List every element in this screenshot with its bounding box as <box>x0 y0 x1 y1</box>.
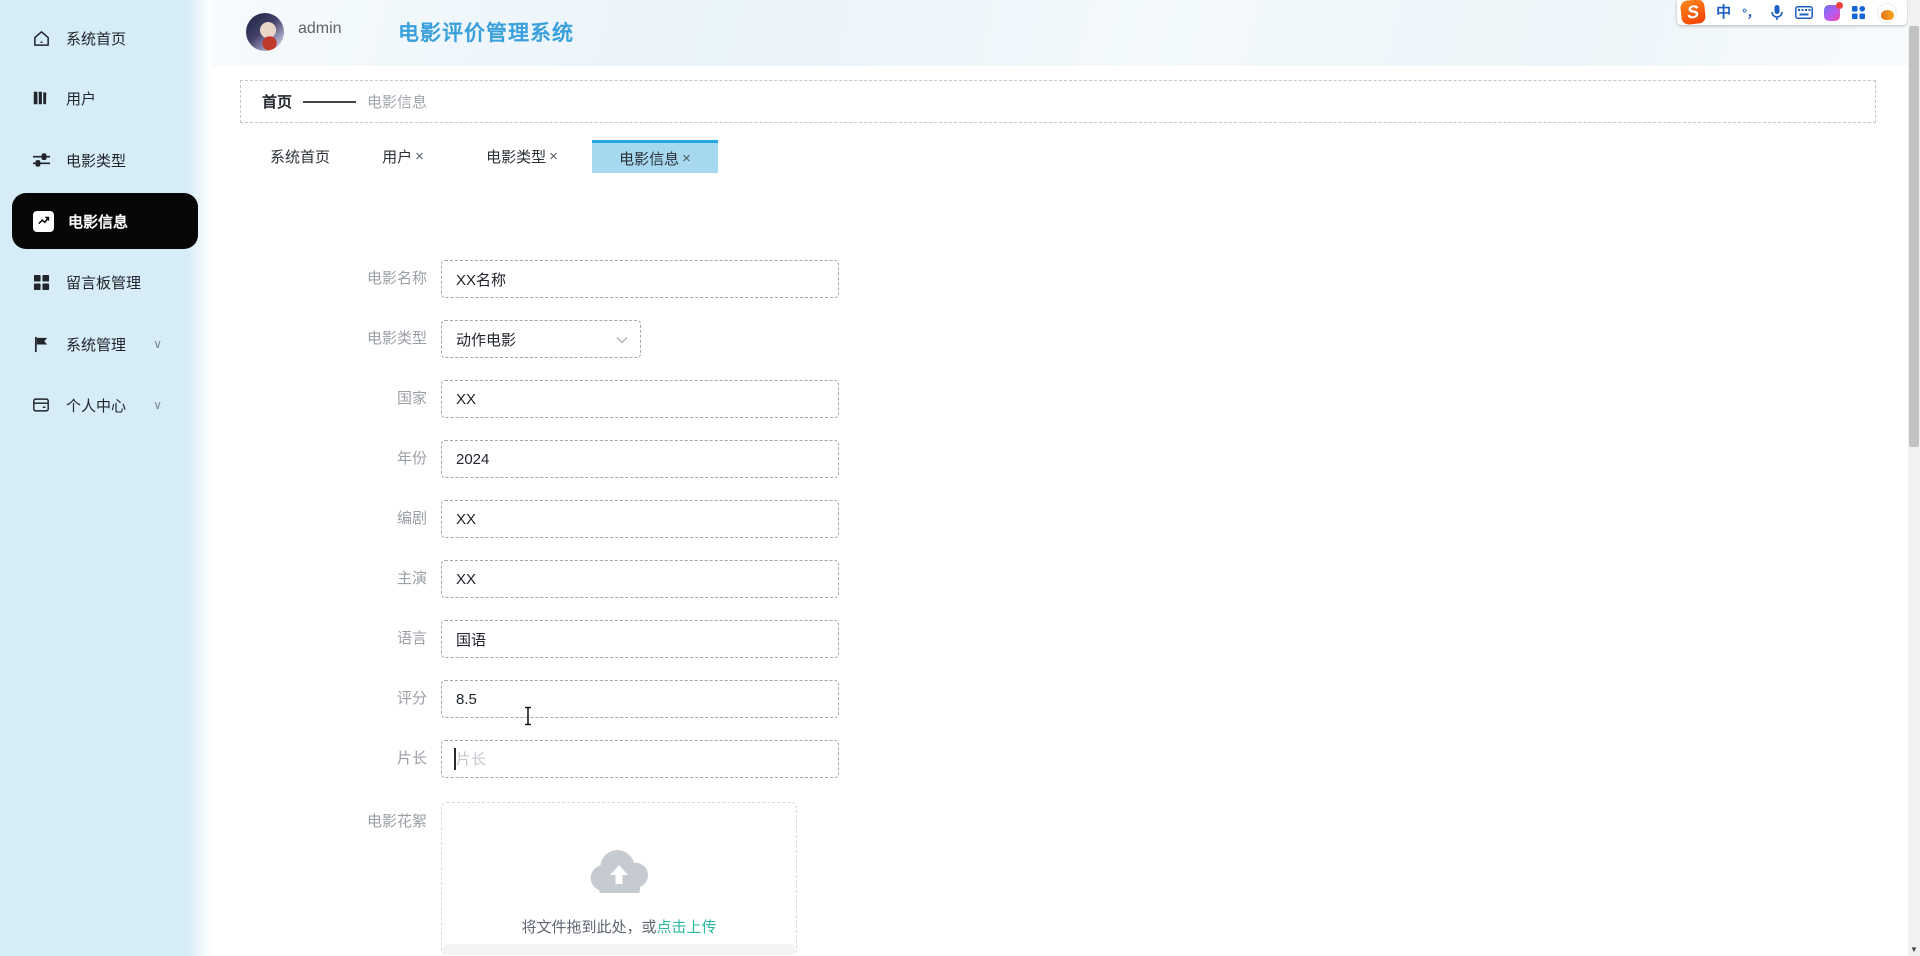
upload-click-link[interactable]: 点击上传 <box>657 919 717 936</box>
chevron-down-icon: ∨ <box>153 398 162 412</box>
card-icon <box>31 395 51 415</box>
ime-skin-icon[interactable] <box>1824 1 1843 21</box>
text-caret <box>454 748 456 770</box>
microphone-icon[interactable] <box>1770 4 1784 21</box>
tab-label: 用户 <box>382 149 413 166</box>
breadcrumb-current: 电影信息 <box>367 94 428 111</box>
field-label-year: 年份 <box>396 450 427 467</box>
sidebar: 系统首页 用户 电影类型 电影信息 留言板管理 系统管理 ∨ 个人中心 ∨ <box>0 0 212 956</box>
rating-input[interactable] <box>441 680 839 718</box>
upload-dropzone[interactable]: 将文件拖到此处，或点击上传 <box>441 802 797 955</box>
chevron-down-icon: ∨ <box>153 337 162 351</box>
sidebar-item-label: 电影类型 <box>66 152 127 170</box>
sidebar-item-label: 留言板管理 <box>66 274 142 292</box>
sidebar-item-system-management[interactable]: 系统管理 ∨ <box>0 326 200 362</box>
sidebar-item-home[interactable]: 系统首页 <box>0 20 200 56</box>
close-icon[interactable]: × <box>415 148 424 165</box>
screenwriter-input[interactable] <box>441 500 839 538</box>
screen: 系统首页 用户 电影类型 电影信息 留言板管理 系统管理 ∨ 个人中心 ∨ ad… <box>0 0 1920 956</box>
sidebar-item-label: 电影信息 <box>68 213 129 231</box>
avatar <box>246 13 284 51</box>
scrollbar-thumb[interactable] <box>1909 26 1919 447</box>
tab-label: 电影信息 <box>619 150 680 168</box>
starring-input[interactable] <box>441 560 839 598</box>
mouse-cursor-ibeam-icon <box>522 706 534 731</box>
tab-label: 电影类型 <box>486 149 547 166</box>
ime-emoji-icon[interactable] <box>1877 2 1897 23</box>
trend-chart-icon <box>33 210 54 232</box>
year-input[interactable] <box>441 440 839 478</box>
upload-cloud-icon <box>586 847 653 898</box>
sidebar-item-users[interactable]: 用户 <box>0 80 200 116</box>
home-icon <box>31 28 51 48</box>
field-label-movie-clips: 电影花絮 <box>366 813 427 830</box>
tab-system-home[interactable]: 系统首页 <box>240 140 360 173</box>
movie-name-input[interactable] <box>441 260 839 298</box>
grid-icon <box>31 272 51 292</box>
breadcrumb: 首页 电影信息 <box>240 80 1876 123</box>
language-input[interactable] <box>441 620 839 658</box>
movie-type-select-value: 动作电影 <box>456 331 517 349</box>
close-icon[interactable]: × <box>682 150 691 167</box>
movie-type-select[interactable]: 动作电影 <box>441 320 641 358</box>
scrollbar-down-button[interactable]: ▼ <box>1908 942 1920 956</box>
ime-punctuation-icon[interactable]: °， <box>1742 7 1759 19</box>
upload-drag-text: 将文件拖到此处，或 <box>521 919 657 936</box>
sidebar-item-personal-center[interactable]: 个人中心 ∨ <box>0 387 200 423</box>
sidebar-item-label: 系统管理 <box>66 336 127 354</box>
sliders-icon <box>31 150 51 170</box>
username: admin <box>298 20 342 37</box>
sogou-logo-icon[interactable]: S <box>1679 0 1707 25</box>
tab-movie-info[interactable]: 电影信息 × <box>592 140 718 173</box>
ime-menu-grid-icon[interactable] <box>1851 5 1866 20</box>
chevron-down-icon <box>616 331 628 348</box>
field-label-language: 语言 <box>396 630 427 647</box>
breadcrumb-separator <box>303 100 357 103</box>
field-label-movie-type: 电影类型 <box>366 330 427 347</box>
field-label-screenwriter: 编剧 <box>396 510 427 527</box>
header: admin 电影评价管理系统 <box>212 0 1908 66</box>
upload-hint: 将文件拖到此处，或点击上传 <box>442 916 796 937</box>
field-label-starring: 主演 <box>396 570 427 587</box>
flag-icon <box>31 334 51 354</box>
tab-users[interactable]: 用户 × <box>343 140 463 173</box>
tab-movie-types[interactable]: 电影类型 × <box>455 140 589 173</box>
sidebar-item-label: 用户 <box>66 90 97 108</box>
sidebar-item-movie-info-active[interactable]: 电影信息 <box>12 193 198 249</box>
page-title: 电影评价管理系统 <box>398 22 574 45</box>
tab-label: 系统首页 <box>269 149 330 166</box>
field-label-movie-name: 电影名称 <box>366 270 427 287</box>
duration-input[interactable] <box>441 740 839 778</box>
ime-toolbar: S 中 °， <box>1677 0 1907 25</box>
sidebar-item-movie-types[interactable]: 电影类型 <box>0 142 200 178</box>
sidebar-item-label: 系统首页 <box>66 30 127 48</box>
breadcrumb-home[interactable]: 首页 <box>262 91 292 112</box>
ime-language-icon[interactable]: 中 <box>1716 5 1731 20</box>
close-icon[interactable]: × <box>549 148 558 165</box>
upload-filelist-strip <box>443 944 795 955</box>
sidebar-item-message-board[interactable]: 留言板管理 <box>0 264 200 300</box>
library-icon <box>31 88 51 108</box>
keyboard-icon[interactable] <box>1795 6 1813 19</box>
country-input[interactable] <box>441 380 839 418</box>
field-label-country: 国家 <box>396 390 427 407</box>
field-label-rating: 评分 <box>396 690 427 707</box>
field-label-duration: 片长 <box>396 750 427 767</box>
sidebar-item-label: 个人中心 <box>66 397 127 415</box>
